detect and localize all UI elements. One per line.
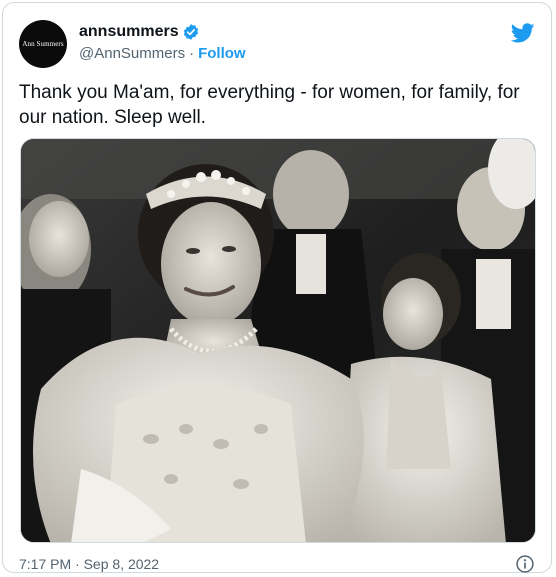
avatar[interactable]: Ann Summers	[19, 20, 67, 68]
avatar-text: Ann Summers	[22, 40, 64, 48]
handle[interactable]: @AnnSummers	[79, 45, 185, 62]
tweet-timestamp[interactable]: 7:17 PM · Sep 8, 2022	[19, 556, 159, 572]
verified-badge-icon	[183, 24, 198, 40]
tweet-card: Ann Summers annsummers @AnnSummers · Fol…	[2, 2, 552, 573]
tweet-photo[interactable]	[20, 138, 536, 543]
photo-illustration	[21, 139, 535, 542]
display-name[interactable]: annsummers	[79, 23, 179, 41]
info-icon[interactable]	[515, 554, 535, 574]
twitter-bird-icon[interactable]	[511, 21, 535, 45]
handle-row: @AnnSummers · Follow	[79, 45, 246, 62]
separator-dot: ·	[189, 45, 195, 62]
tweet-text: Thank you Ma'am, for everything - for wo…	[19, 82, 520, 128]
follow-button[interactable]: Follow	[198, 45, 246, 62]
name-row: annsummers	[79, 23, 200, 41]
